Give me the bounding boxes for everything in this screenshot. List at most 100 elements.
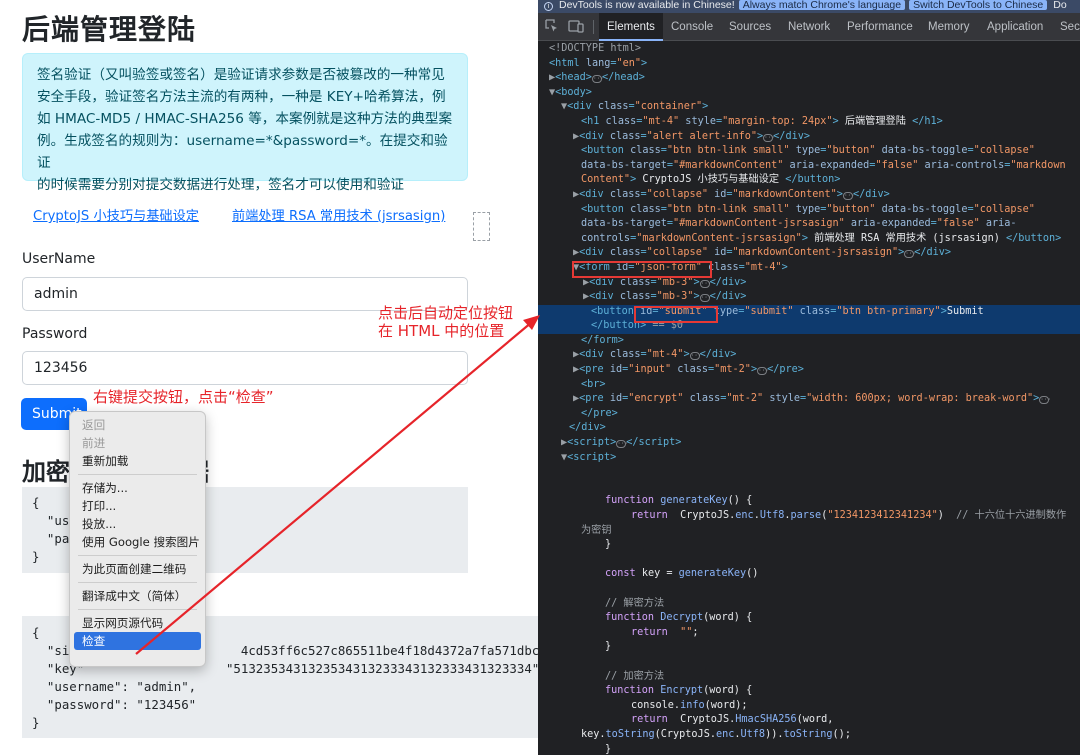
dont-show-again-link[interactable]: Do: [1053, 0, 1066, 11]
pre-line: "password": "123456": [32, 697, 197, 712]
page-title: 后端管理登陆: [22, 13, 197, 46]
ctx-back[interactable]: 返回: [70, 416, 205, 434]
tab-memory[interactable]: Memory: [920, 13, 978, 41]
elements-dom-tree: <!DOCTYPE html> <html lang="en"> ▶<head>…: [538, 42, 1080, 755]
dom-line: [538, 582, 1080, 597]
dom-line[interactable]: Content"> CryptoJS 小技巧与基础设定 </button>: [538, 173, 1080, 188]
username-label: UserName: [22, 251, 96, 267]
web-page: 后端管理登陆 签名验证（又叫验签或签名）是验证请求参数是否被篡改的一种常见 安全…: [0, 0, 538, 755]
dom-line[interactable]: ▶<script>···</script>: [538, 436, 1080, 451]
device-toolbar-icon[interactable]: [568, 19, 584, 35]
dom-line[interactable]: ▶<div class="mt-4">···</div>: [538, 348, 1080, 363]
devtools-panel: i DevTools is now available in Chinese! Al…: [538, 0, 1080, 755]
password-label: Password: [22, 326, 88, 342]
dom-line[interactable]: data-bs-target="#markdownContent-jsrsasi…: [538, 217, 1080, 232]
ctx-forward[interactable]: 前进: [70, 434, 205, 452]
annotation-right-click: 右键提交按钮，点击“检查”: [93, 388, 274, 406]
dom-line[interactable]: controls="markdownContent-jsrsasign"> 前端…: [538, 232, 1080, 247]
ctx-save-as[interactable]: 存储为...: [70, 479, 205, 497]
collapse-placeholder: [473, 212, 490, 241]
dom-line-submit-selected[interactable]: <button id="submit" type="submit" class=…: [538, 304, 1080, 320]
ctx-print[interactable]: 打印...: [70, 497, 205, 515]
dom-line[interactable]: <br>: [538, 378, 1080, 393]
annotation-auto-locate-2: 在 HTML 中的位置: [378, 322, 505, 340]
cryptojs-tips-link[interactable]: CryptoJS 小技巧与基础设定: [33, 205, 199, 224]
dom-line[interactable]: ▶<head>···</head>: [538, 71, 1080, 86]
dom-line[interactable]: </form>: [538, 334, 1080, 349]
js-line[interactable]: // 解密方法: [538, 597, 1080, 612]
dom-line[interactable]: </pre>: [538, 407, 1080, 422]
password-input[interactable]: 123456: [22, 351, 468, 385]
js-line[interactable]: }: [538, 640, 1080, 655]
dom-line[interactable]: ▶<div class="collapse" id="markdownConte…: [538, 246, 1080, 261]
js-line[interactable]: return "";: [538, 626, 1080, 641]
alert-line: 如 HMAC-MD5 / HMAC-SHA256 等，本案例就是这种方法的典型案: [37, 111, 453, 127]
notice-text: DevTools is now available in Chinese!: [559, 0, 735, 11]
tab-network[interactable]: Network: [780, 13, 838, 41]
ctx-reload[interactable]: 重新加载: [70, 452, 205, 470]
always-match-language-button[interactable]: Always match Chrome's language: [738, 0, 906, 10]
tab-security[interactable]: Secu: [1052, 13, 1080, 41]
dom-line[interactable]: ▼<div class="container">: [538, 100, 1080, 115]
rsa-jsrsasign-link[interactable]: 前端处理 RSA 常用技术 (jsrsasign): [232, 205, 445, 224]
tab-console[interactable]: Console: [663, 13, 721, 41]
js-line[interactable]: function Encrypt(word) {: [538, 684, 1080, 699]
dom-line[interactable]: ▶<div class="mb-3">···</div>: [538, 290, 1080, 305]
dom-line: [538, 480, 1080, 495]
alert-line: 的时候需要分别对提交数据进行处理，签名才可以使用和验证: [37, 177, 405, 193]
pre-line: }: [32, 715, 40, 730]
js-line[interactable]: // 加密方法: [538, 670, 1080, 685]
language-notice-bar: i DevTools is now available in Chinese! Al…: [538, 0, 1080, 13]
info-icon: i: [544, 2, 553, 11]
ctx-separator: [78, 555, 197, 556]
dom-line[interactable]: <!DOCTYPE html>: [538, 42, 1080, 57]
alert-line: 例。生成签名的规则为：username=*&password=*。在提交和验证: [37, 133, 448, 171]
alert-line: 签名验证（又叫验签或签名）是验证请求参数是否被篡改的一种常见: [37, 67, 445, 83]
dom-line[interactable]: <html lang="en">: [538, 57, 1080, 72]
dom-line[interactable]: ▶<div class="collapse" id="markdownConte…: [538, 188, 1080, 203]
dom-line[interactable]: ▶<pre id="input" class="mt-2">···</pre>: [538, 363, 1080, 378]
tab-performance[interactable]: Performance: [839, 13, 921, 41]
context-menu: 返回 前进 重新加载 存储为... 打印... 投放... 使用 Google …: [69, 411, 206, 667]
js-line[interactable]: function generateKey() {: [538, 494, 1080, 509]
alert-line: 安全手段，验证签名方法主流的有两种，一种是 KEY+哈希算法，例: [37, 89, 446, 105]
dom-line[interactable]: data-bs-target="#markdownContent" aria-e…: [538, 159, 1080, 174]
js-line[interactable]: key.toString(CryptoJS.enc.Utf8)).toStrin…: [538, 728, 1080, 743]
js-line[interactable]: const key = generateKey(): [538, 567, 1080, 582]
encrypt-section-title: 加密: [22, 458, 70, 486]
dom-line[interactable]: ▶<pre id="encrypt" class="mt-2" style="w…: [538, 392, 1080, 407]
dom-line[interactable]: <button class="btn btn-link small" type=…: [538, 203, 1080, 218]
ctx-qr-code[interactable]: 为此页面创建二维码: [70, 560, 205, 578]
inspect-element-icon[interactable]: [544, 19, 560, 35]
js-line[interactable]: return CryptoJS.enc.Utf8.parse("12341234…: [538, 509, 1080, 524]
tab-elements[interactable]: Elements: [599, 13, 663, 41]
js-line[interactable]: console.info(word);: [538, 699, 1080, 714]
ctx-separator: [78, 582, 197, 583]
switch-to-chinese-button[interactable]: Switch DevTools to Chinese: [909, 0, 1048, 10]
js-line[interactable]: }: [538, 538, 1080, 553]
js-line[interactable]: return CryptoJS.HmacSHA256(word,: [538, 713, 1080, 728]
dom-line: [538, 655, 1080, 670]
dom-line: [538, 465, 1080, 480]
submit-id-highlight-box: [634, 306, 718, 323]
dom-line-submit-close[interactable]: </button> == $0: [538, 319, 1080, 334]
dom-line[interactable]: <h1 class="mt-4" style="margin-top: 24px…: [538, 115, 1080, 130]
ctx-translate[interactable]: 翻译成中文（简体）: [70, 587, 205, 605]
ctx-cast[interactable]: 投放...: [70, 515, 205, 533]
ctx-google-image-search[interactable]: 使用 Google 搜索图片: [70, 533, 205, 551]
js-line[interactable]: 为密钥: [538, 524, 1080, 539]
dom-line[interactable]: ▶<div class="alert alert-info">···</div>: [538, 130, 1080, 145]
dom-line[interactable]: ▼<body>: [538, 86, 1080, 101]
ctx-view-source[interactable]: 显示网页源代码: [70, 614, 205, 632]
tab-divider: [593, 20, 594, 34]
dom-line[interactable]: <button class="btn btn-link small" type=…: [538, 144, 1080, 159]
ctx-inspect[interactable]: 检查: [74, 632, 201, 650]
dom-line[interactable]: ▼<script>: [538, 451, 1080, 466]
devtools-tab-bar: Elements Console Sources Network Perform…: [538, 13, 1080, 41]
dom-line[interactable]: </div>: [538, 421, 1080, 436]
tab-application[interactable]: Application: [979, 13, 1051, 41]
js-line[interactable]: }: [538, 743, 1080, 755]
dom-line: [538, 553, 1080, 568]
tab-sources[interactable]: Sources: [721, 13, 779, 41]
js-line[interactable]: function Decrypt(word) {: [538, 611, 1080, 626]
